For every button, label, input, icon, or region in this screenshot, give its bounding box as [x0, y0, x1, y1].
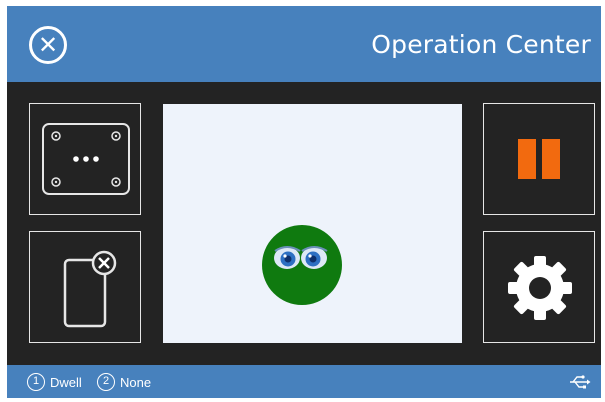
- device-remove-icon: [63, 250, 117, 328]
- title-bar: ✕ Operation Center: [7, 6, 601, 82]
- number-badge: 1: [27, 373, 45, 391]
- device-options-button[interactable]: [29, 103, 141, 215]
- remove-device-button[interactable]: [29, 231, 141, 343]
- status-label: None: [120, 374, 152, 390]
- pause-button[interactable]: [483, 103, 595, 215]
- device-dots-icon: [42, 123, 130, 195]
- status-label: Dwell: [50, 374, 82, 390]
- operation-center-window: ✕ Operation Center 1 Dwell 2 None: [7, 6, 601, 398]
- close-button[interactable]: ✕: [29, 26, 67, 64]
- window-title: Operation Center: [371, 30, 591, 59]
- face-eyes-icon: [262, 225, 342, 305]
- status-item-none: 2 None: [97, 373, 151, 391]
- status-bar: 1 Dwell 2 None: [7, 365, 601, 398]
- preview-stage: [163, 104, 462, 343]
- number-badge: 2: [97, 373, 115, 391]
- status-item-dwell: 1 Dwell: [27, 373, 82, 391]
- settings-button[interactable]: [483, 231, 595, 343]
- pause-icon: [518, 139, 560, 179]
- usb-icon: [570, 375, 591, 389]
- gear-icon: [508, 256, 572, 320]
